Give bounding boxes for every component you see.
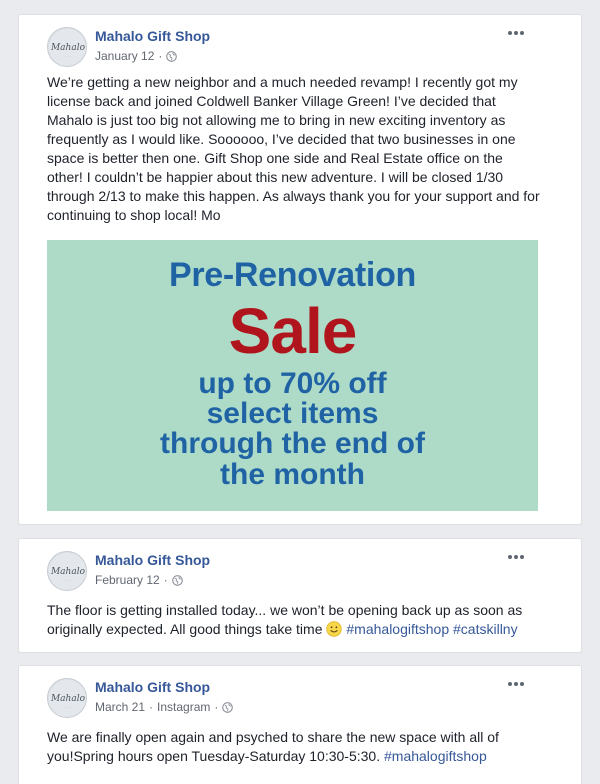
post-date[interactable]: March 21 — [95, 700, 145, 714]
post-card: Mahalo · · · · · Mahalo Gift Shop Januar… — [18, 14, 582, 525]
avatar-logo-text: Mahalo — [50, 567, 86, 577]
page-avatar[interactable]: Mahalo · · · · · — [47, 551, 87, 591]
author-name[interactable]: Mahalo Gift Shop — [95, 28, 210, 44]
post-card: Mahalo · · · · · Mahalo Gift Shop March … — [18, 665, 582, 784]
page-avatar[interactable]: Mahalo · · · · · — [47, 678, 87, 718]
post-meta: January 12 · — [95, 49, 178, 63]
more-options-icon[interactable] — [505, 27, 527, 43]
globe-icon — [166, 50, 178, 62]
more-options-icon[interactable] — [505, 678, 527, 694]
promo-heading: Pre-Renovation — [168, 256, 417, 294]
post-meta: March 21 · Instagram · — [95, 700, 234, 714]
post-date[interactable]: January 12 — [95, 49, 154, 63]
promo-image[interactable]: Pre-Renovation Sale up to 70% off select… — [47, 240, 538, 511]
promo-items-text: select items — [206, 397, 379, 430]
hashtag-links[interactable]: #mahalogiftshop #catskillny — [346, 621, 517, 637]
post-source[interactable]: Instagram — [157, 700, 210, 714]
post-card: Mahalo · · · · · Mahalo Gift Shop Februa… — [18, 538, 582, 653]
post-header: Mahalo · · · · · Mahalo Gift Shop March … — [47, 678, 569, 718]
post-meta: February 12 · — [95, 573, 183, 587]
post-date[interactable]: February 12 — [95, 573, 160, 587]
more-options-icon[interactable] — [505, 551, 527, 567]
author-name[interactable]: Mahalo Gift Shop — [95, 552, 210, 568]
meta-separator: · — [214, 700, 219, 714]
post-header: Mahalo · · · · · Mahalo Gift Shop Februa… — [47, 551, 569, 591]
hashtag-links[interactable]: #mahalogiftshop — [384, 748, 487, 764]
promo-sale-text: Sale — [228, 295, 358, 367]
avatar-logo-text: Mahalo — [50, 43, 86, 53]
meta-separator: · — [158, 49, 163, 63]
promo-discount-text: up to 70% off — [198, 367, 387, 400]
globe-icon — [222, 701, 234, 713]
author-name[interactable]: Mahalo Gift Shop — [95, 679, 210, 695]
post-header: Mahalo · · · · · Mahalo Gift Shop Januar… — [47, 27, 569, 67]
page-avatar[interactable]: Mahalo · · · · · — [47, 27, 87, 67]
post-text-container: The floor is getting installed today... … — [47, 601, 541, 639]
meta-separator: · — [149, 700, 154, 714]
post-text-container: We are finally open again and psyched to… — [47, 728, 541, 766]
meta-separator: · — [163, 573, 168, 587]
smiley-emoji-icon — [326, 621, 343, 637]
svg-text:· · · · ·: · · · · · — [64, 705, 72, 709]
promo-month-text: the month — [220, 458, 365, 491]
svg-text:· · · · ·: · · · · · — [64, 54, 72, 58]
globe-icon — [171, 574, 183, 586]
svg-text:· · · · ·: · · · · · — [64, 578, 72, 582]
avatar-logo-text: Mahalo — [50, 694, 86, 704]
post-text: We’re getting a new neighbor and a much … — [47, 74, 540, 223]
promo-through-text: through the end of — [160, 427, 425, 460]
